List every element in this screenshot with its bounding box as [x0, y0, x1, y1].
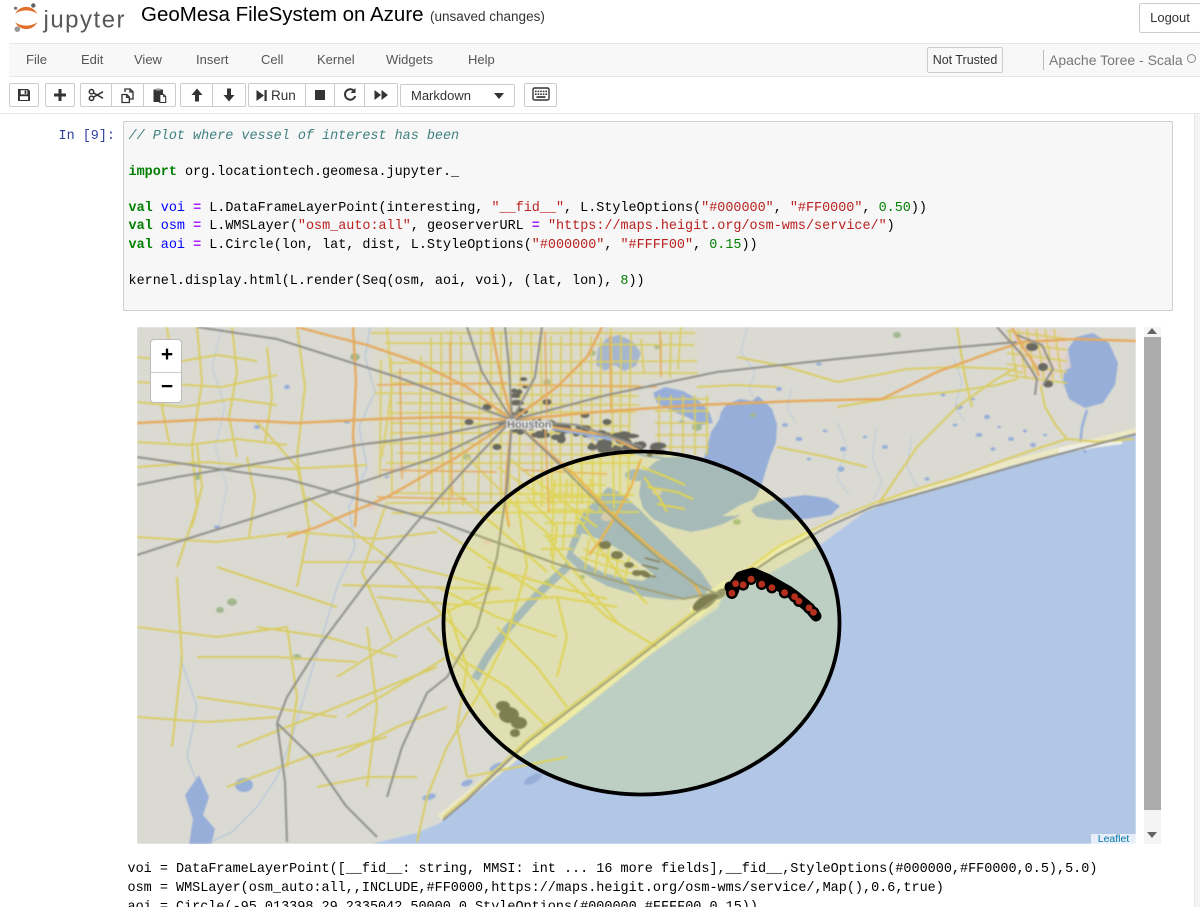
svg-text:Run: Run [271, 88, 296, 103]
svg-text:jupyter: jupyter [43, 7, 127, 34]
